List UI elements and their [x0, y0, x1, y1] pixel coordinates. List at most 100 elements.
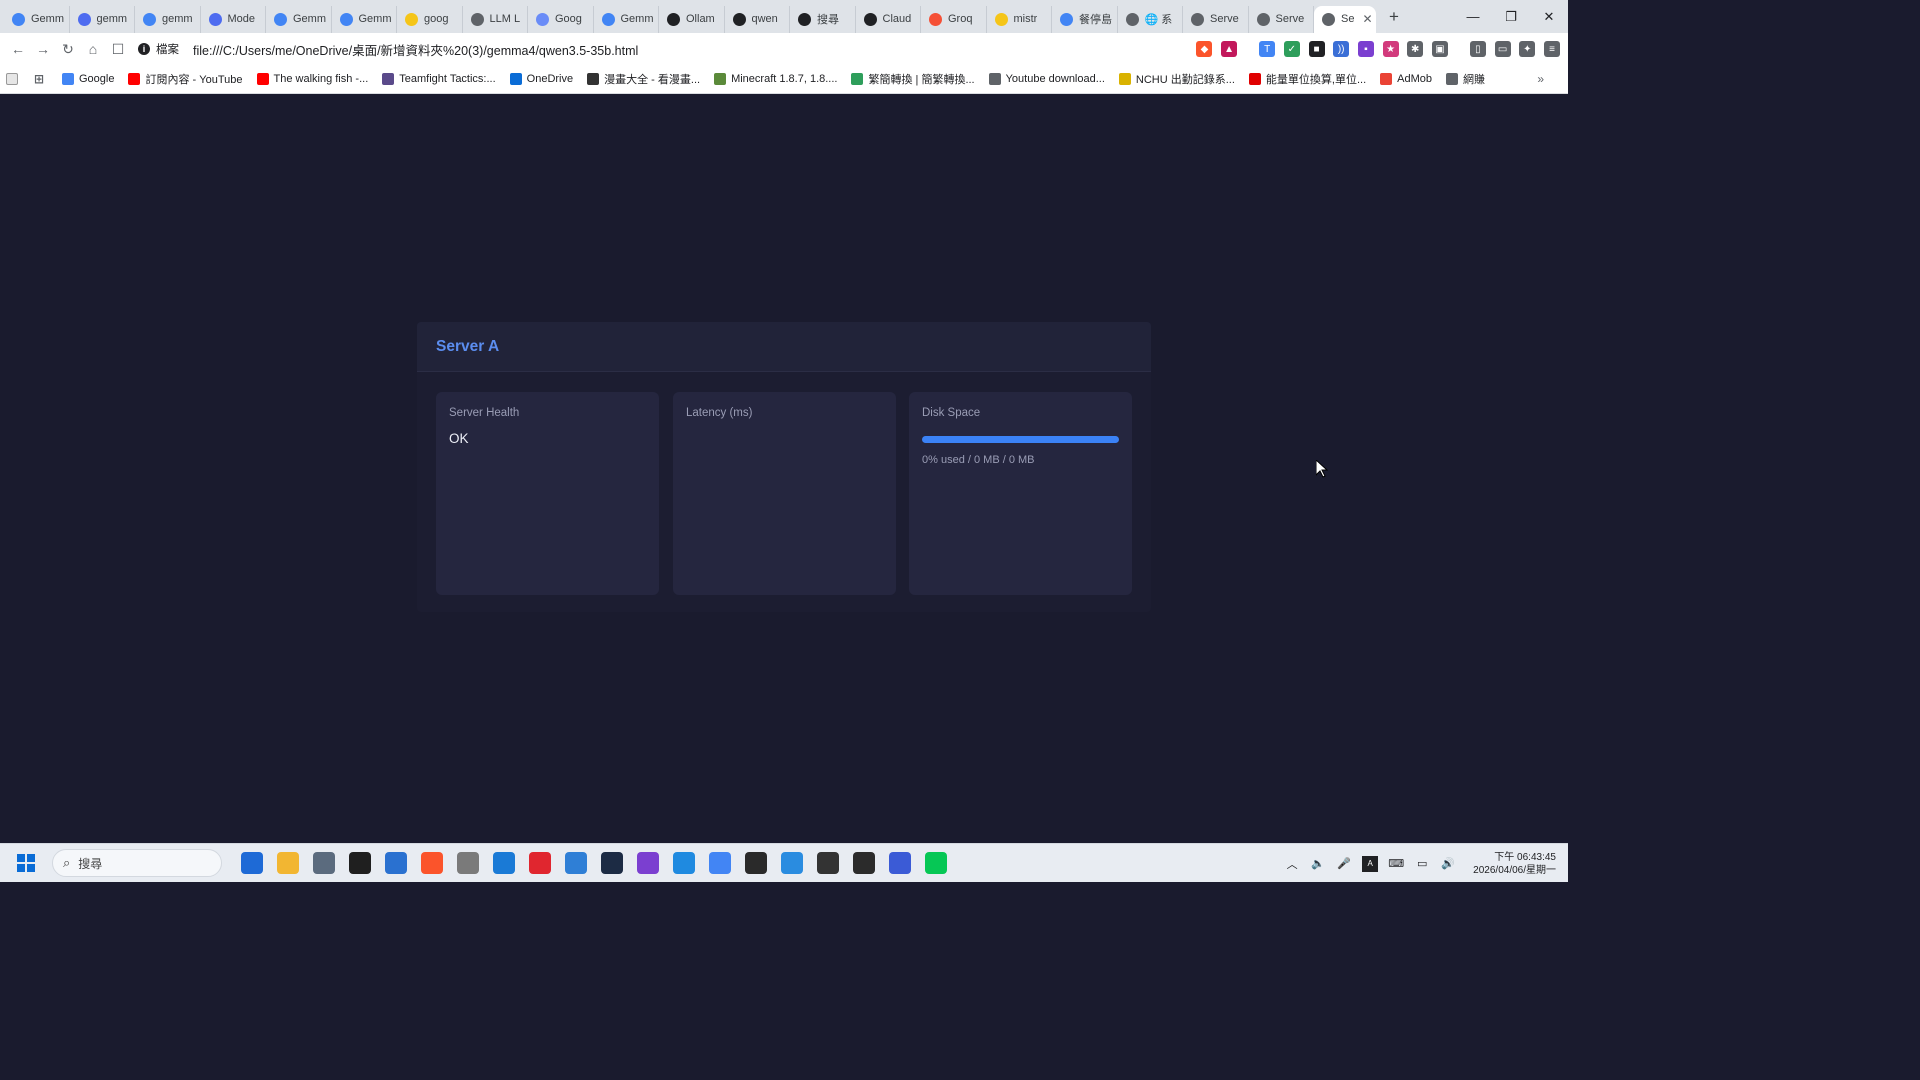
- notepad-icon[interactable]: [565, 852, 587, 874]
- bookmark-item[interactable]: The walking fish -...: [256, 73, 368, 85]
- folder-icon: [1446, 73, 1458, 85]
- bookmark-item[interactable]: Youtube download...: [988, 73, 1105, 85]
- browser-tab[interactable]: qwen: [725, 5, 790, 33]
- microphone-icon[interactable]: 🎤: [1336, 856, 1352, 872]
- browser-tab[interactable]: gemm: [135, 5, 201, 33]
- obs-icon[interactable]: [745, 852, 767, 874]
- browser-tab[interactable]: Gemm: [594, 5, 659, 33]
- ollama-icon[interactable]: [817, 852, 839, 874]
- menu-icon[interactable]: ≡: [1544, 41, 1560, 57]
- bookmark-item[interactable]: Minecraft 1.8.7, 1.8....: [714, 73, 837, 85]
- sidebar-toggle[interactable]: [6, 73, 23, 85]
- tab-label: 🌐 系: [1144, 14, 1173, 26]
- input-method-icon[interactable]: A: [1362, 855, 1379, 872]
- address-bar[interactable]: i 檔案 file:///C:/Users/me/OneDrive/桌面/新增資…: [138, 37, 1188, 61]
- bookmark-item[interactable]: 訂閱內容 - YouTube: [128, 71, 243, 87]
- maximize-button[interactable]: ❐: [1492, 0, 1530, 33]
- bookmark-item[interactable]: 能量單位換算,單位...: [1248, 71, 1366, 87]
- calculator-icon[interactable]: [313, 852, 335, 874]
- bookmark-item[interactable]: OneDrive: [509, 73, 573, 85]
- start-button[interactable]: [17, 854, 35, 872]
- volume-icon[interactable]: 🔊: [1440, 856, 1456, 872]
- bookmark-item[interactable]: NCHU 出勤記錄系...: [1118, 71, 1235, 87]
- line-icon[interactable]: [925, 852, 947, 874]
- font-icon[interactable]: [601, 852, 623, 874]
- paint-icon[interactable]: [781, 852, 803, 874]
- terminal-icon[interactable]: [853, 852, 875, 874]
- browser-tab[interactable]: goog: [397, 5, 463, 33]
- headset-icon[interactable]: [889, 852, 911, 874]
- chrome-icon[interactable]: [709, 852, 731, 874]
- extension-purple-icon[interactable]: ▪: [1357, 41, 1374, 57]
- clock[interactable]: 下午 06:43:45 2026/04/06/星期一: [1473, 851, 1556, 877]
- app-red-icon[interactable]: [529, 852, 551, 874]
- browser-tab[interactable]: 餐停島: [1052, 5, 1118, 33]
- screenshot-icon[interactable]: ▣: [1431, 41, 1448, 57]
- close-window-button[interactable]: ✕: [1530, 0, 1568, 33]
- browser-tab[interactable]: Gemm: [266, 5, 332, 33]
- bookmark-item[interactable]: 漫畫大全 - 看漫畫...: [587, 71, 700, 87]
- chevron-up-icon[interactable]: ︿: [1284, 856, 1300, 872]
- minimize-button[interactable]: —: [1454, 0, 1492, 33]
- forward-button[interactable]: →: [31, 37, 55, 61]
- extension-dark-icon[interactable]: ■: [1308, 41, 1325, 57]
- read-aloud-icon[interactable]: )): [1333, 41, 1350, 57]
- bookmark-item[interactable]: Google: [62, 73, 114, 85]
- compass-icon[interactable]: [457, 852, 479, 874]
- browser-tab[interactable]: Gemm: [4, 5, 70, 33]
- file-explorer-icon[interactable]: [277, 852, 299, 874]
- sidebar-icon[interactable]: ▯: [1469, 41, 1486, 57]
- ime-icon[interactable]: ⌨: [1388, 856, 1404, 872]
- site-info-icon[interactable]: i: [138, 43, 150, 55]
- brave-shields-icon[interactable]: ◆: [1196, 41, 1213, 57]
- bookmark-label: 繁簡轉換 | 簡繁轉換...: [868, 74, 975, 86]
- extension-pink-icon[interactable]: ★: [1382, 41, 1399, 57]
- network-icon[interactable]: ▭: [1414, 856, 1430, 872]
- bookmark-item[interactable]: 繁簡轉換 | 簡繁轉換...: [851, 71, 975, 87]
- leo-ai-icon[interactable]: ✦: [1519, 41, 1536, 57]
- system-tray: ︿ 🔈 🎤 A ⌨ ▭ 🔊 下午 06:43:45 2026/04/06/星期一: [1279, 844, 1562, 883]
- active-tab[interactable]: Se ✕: [1314, 5, 1376, 33]
- taskbar-search[interactable]: ⌕ 搜尋: [52, 849, 222, 877]
- tab-label: Gemm: [358, 13, 392, 25]
- bookmark-item[interactable]: AdMob: [1380, 73, 1432, 85]
- browser-tab[interactable]: Ollam: [659, 5, 725, 33]
- obsidian-icon[interactable]: [637, 852, 659, 874]
- browser-tab[interactable]: mistr: [987, 5, 1052, 33]
- browser-tab[interactable]: 🌐 系: [1118, 5, 1183, 33]
- browser-tab[interactable]: LLM L: [463, 5, 528, 33]
- browser-tab[interactable]: 搜尋: [790, 5, 856, 33]
- browser-tab[interactable]: gemm: [70, 5, 135, 33]
- back-button[interactable]: ←: [6, 37, 30, 61]
- browser-tab[interactable]: Goog: [528, 5, 594, 33]
- home-button[interactable]: ⌂: [81, 37, 105, 61]
- groq-icon: [929, 12, 942, 26]
- speaker-icon[interactable]: 🔈: [1310, 856, 1326, 872]
- url-text[interactable]: file:///C:/Users/me/OneDrive/桌面/新增資料夾%20…: [193, 40, 638, 59]
- extensions-puzzle-icon[interactable]: ✱: [1407, 41, 1424, 57]
- bookmark-button[interactable]: ☐: [106, 37, 130, 61]
- browser-tab[interactable]: Serve: [1249, 5, 1314, 33]
- browser-tab[interactable]: Groq: [921, 5, 987, 33]
- wallet-icon[interactable]: ▭: [1494, 41, 1511, 57]
- translate-icon[interactable]: T: [1259, 41, 1276, 57]
- new-tab-button[interactable]: +: [1380, 3, 1408, 30]
- browser-tab[interactable]: Claud: [856, 5, 921, 33]
- browser-tab[interactable]: Serve: [1183, 5, 1249, 33]
- media-icon[interactable]: [349, 852, 371, 874]
- apps-shortcut[interactable]: ⊞: [33, 72, 50, 86]
- brave-rewards-icon[interactable]: ▲: [1221, 41, 1238, 57]
- brave-icon[interactable]: [421, 852, 443, 874]
- browser-tab[interactable]: Gemm: [332, 5, 397, 33]
- vscode-icon[interactable]: [673, 852, 695, 874]
- close-tab-icon[interactable]: ✕: [1362, 12, 1372, 26]
- bookmark-item[interactable]: Teamfight Tactics:...: [382, 73, 496, 85]
- browser-tab[interactable]: Mode: [201, 5, 266, 33]
- photo-icon[interactable]: [493, 852, 515, 874]
- more-bookmarks-icon[interactable]: »: [1537, 72, 1544, 86]
- reload-button[interactable]: ↻: [56, 37, 80, 61]
- bookmark-item[interactable]: 網賺: [1446, 71, 1485, 87]
- word-icon[interactable]: [385, 852, 407, 874]
- store-icon[interactable]: [241, 852, 263, 874]
- shield-icon[interactable]: ✓: [1283, 41, 1300, 57]
